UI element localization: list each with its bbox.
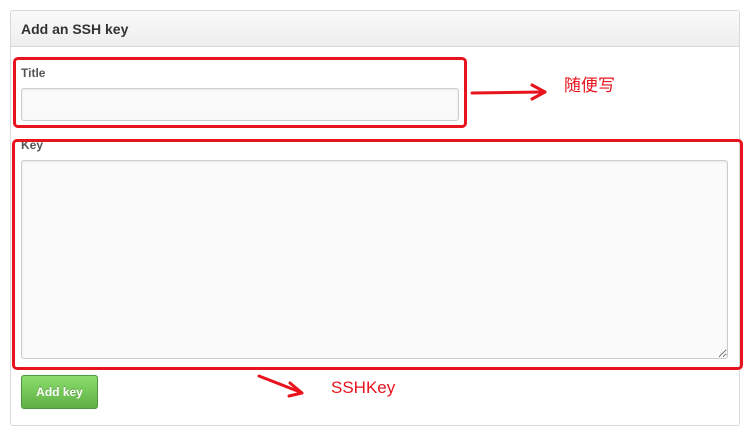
key-label: Key [21,138,44,152]
key-textarea[interactable] [21,160,728,359]
add-key-button[interactable]: Add key [21,375,98,409]
key-arrow-icon [257,374,304,398]
title-annotation-note: 随便写 [564,76,615,96]
panel-title: Add an SSH key [21,21,129,37]
page: Add an SSH key Title Key Add key 随便写 SSH… [0,0,746,437]
key-annotation-note: SSHKey [331,378,396,397]
title-arrow-icon [470,83,547,101]
panel-header: Add an SSH key [11,11,739,47]
title-label: Title [21,66,46,80]
title-input[interactable] [21,88,459,121]
